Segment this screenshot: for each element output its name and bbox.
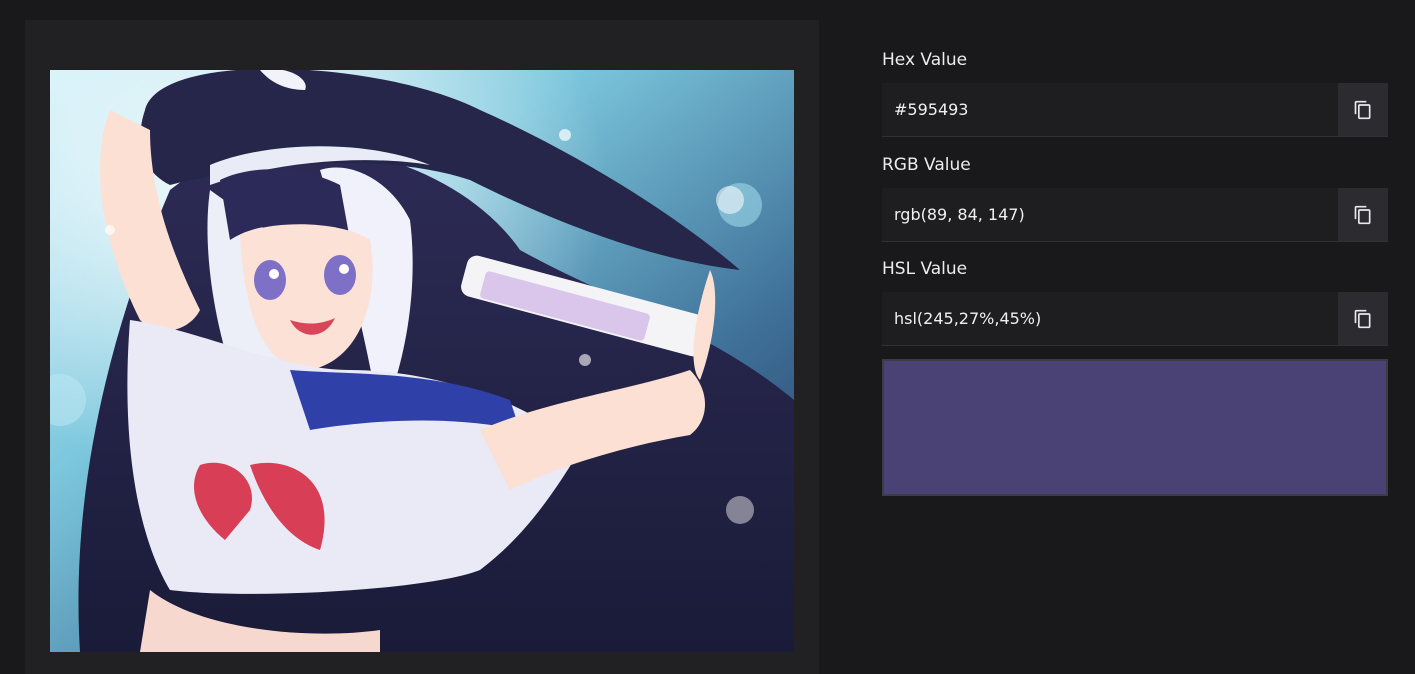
copy-icon [1354,100,1371,119]
hex-input[interactable] [882,83,1338,136]
character-illustration [50,70,794,652]
image-panel [25,20,819,674]
hsl-input[interactable] [882,292,1338,345]
source-image[interactable] [50,70,794,652]
rgb-field-group: RGB Value [882,153,1388,242]
hsl-label: HSL Value [882,259,968,279]
hsl-copy-button[interactable] [1338,292,1388,345]
rgb-copy-button[interactable] [1338,188,1388,241]
hex-field-group: Hex Value [882,48,1388,137]
rgb-label: RGB Value [882,155,971,175]
hsl-field-group: HSL Value [882,257,1388,346]
hex-row [882,83,1388,137]
copy-icon [1354,309,1371,328]
copy-icon [1354,205,1371,224]
hsl-row [882,292,1388,346]
color-picker-page: Hex Value RGB Value [0,0,1415,674]
hex-label: Hex Value [882,50,968,70]
rgb-row [882,188,1388,242]
hex-copy-button[interactable] [1338,83,1388,136]
color-info-panel: Hex Value RGB Value [882,48,1388,496]
rgb-input[interactable] [882,188,1338,241]
color-swatch [882,359,1388,496]
